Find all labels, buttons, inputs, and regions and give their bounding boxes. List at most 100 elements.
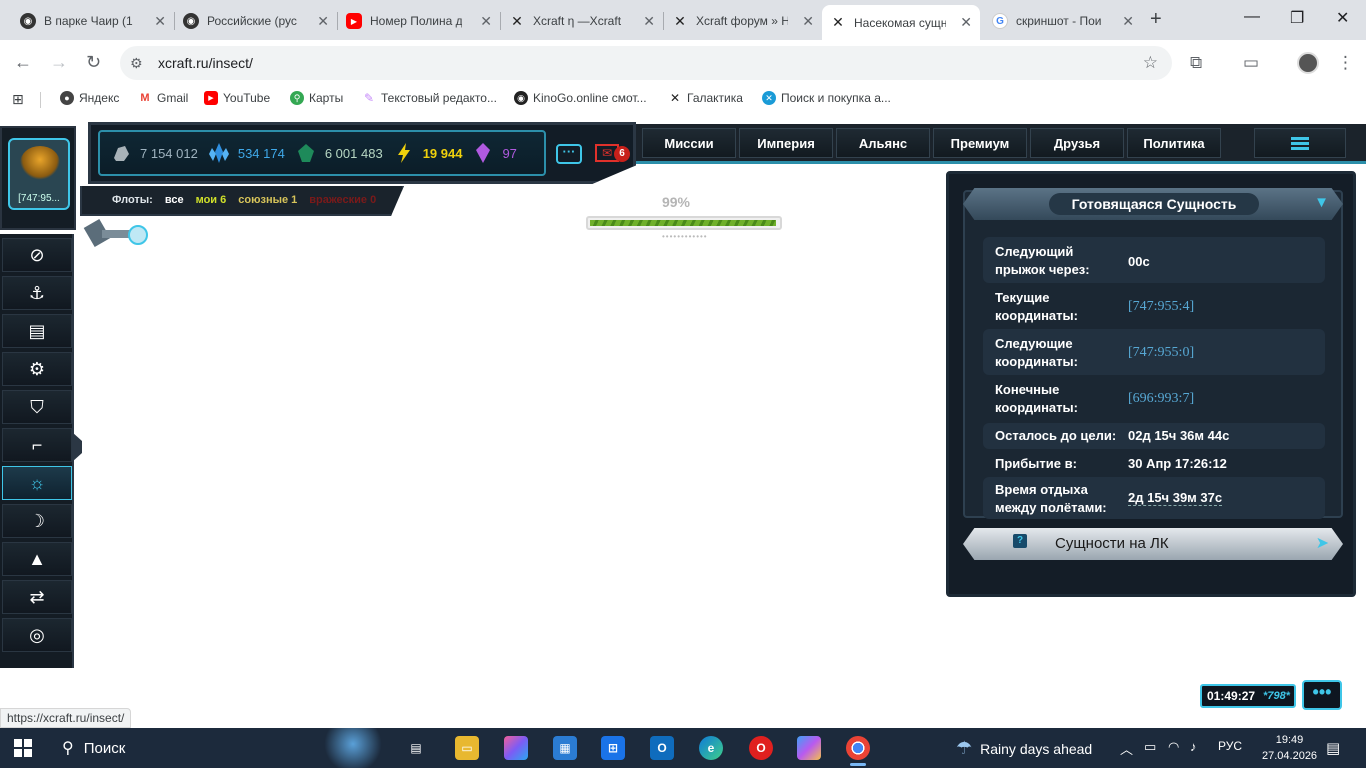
resource-metal[interactable]: 7 154 012 — [110, 142, 198, 164]
forward-button[interactable]: → — [50, 52, 68, 73]
fleets-allied-link[interactable]: союзные 1 — [238, 194, 297, 206]
coordinate-link[interactable]: [696:993:7] — [1128, 391, 1194, 407]
menu-dots-icon[interactable]: ⋮ — [1337, 53, 1354, 73]
bookmark-galaxy[interactable]: ✕ Галактика — [668, 91, 743, 105]
browser-tab[interactable]: ▶ Номер Полина д ✕ — [338, 6, 500, 36]
fleets-all-link[interactable]: все — [165, 194, 184, 206]
address-bar[interactable]: ⚙ xcraft.ru/insect/ ☆ — [120, 46, 1172, 80]
back-button[interactable]: ← — [14, 52, 32, 73]
server-clock: 01:49:27 *798* — [1200, 684, 1296, 708]
fleets-mine-link[interactable]: мои 6 — [196, 194, 227, 206]
moon-icon[interactable]: ☽ — [2, 504, 72, 538]
language-indicator[interactable]: РУС — [1218, 739, 1242, 753]
taskbar-clock[interactable]: 19:49 27.04.2026 — [1262, 732, 1317, 764]
media-icon[interactable]: ▭ — [1243, 53, 1259, 73]
insect-sun-icon[interactable]: ☼ — [2, 466, 72, 500]
menu-friends[interactable]: Друзья — [1030, 128, 1124, 158]
sidebar-toggle[interactable] — [72, 432, 82, 462]
close-icon[interactable]: ✕ — [154, 13, 166, 30]
planet-avatar[interactable]: [747:95... — [8, 138, 70, 210]
browser-tab-active[interactable]: ✕ Насекомая сущн ✕ — [822, 5, 980, 40]
edge-icon[interactable]: e — [699, 736, 723, 760]
close-icon[interactable]: ✕ — [960, 14, 972, 31]
menu-alliance[interactable]: Альянс — [836, 128, 930, 158]
copilot-icon[interactable] — [504, 736, 528, 760]
menu-missions[interactable]: Миссии — [642, 128, 736, 158]
menu-politics[interactable]: Политика — [1127, 128, 1221, 158]
chat-icon[interactable]: ··· — [556, 144, 582, 164]
m365-icon[interactable] — [797, 736, 821, 760]
new-tab-button[interactable]: + — [1150, 8, 1162, 31]
control-panel-icon[interactable]: ▦ — [553, 736, 577, 760]
chrome-icon[interactable] — [846, 736, 870, 766]
left-sidebar: ⊘ ⚓ ▤ ⚙ ⛉ ⌐ ☼ ☽ ▲ ⇄ ◎ — [0, 234, 74, 668]
bookmark-youtube[interactable]: ▶ YouTube — [204, 91, 270, 105]
tray-chevron-up-icon[interactable]: ︿ — [1120, 739, 1133, 758]
windows-start-icon[interactable] — [14, 739, 32, 757]
browser-tab[interactable]: ✕ Xcraft форум » Н ✕ — [664, 6, 822, 36]
hamburger-menu-icon[interactable] — [1254, 128, 1346, 158]
site-settings-icon[interactable]: ⚙ — [130, 55, 148, 72]
bookmark-search-purchase[interactable]: ✕ Поиск и покупка а... — [762, 91, 891, 105]
panel-header[interactable]: Готовящаяся Сущность ▼ — [963, 188, 1343, 220]
arrow-right-icon[interactable]: ➤ — [1316, 533, 1329, 553]
bookmark-kinogo[interactable]: ◉ KinoGo.online смот... — [514, 91, 647, 105]
menu-empire[interactable]: Империя — [739, 128, 833, 158]
battery-icon[interactable]: ▭ — [1144, 739, 1156, 755]
restore-button[interactable]: ❐ — [1290, 8, 1304, 28]
weather-widget[interactable]: ☂ Rainy days ahead — [956, 738, 1092, 759]
apps-grid-icon[interactable]: ⊞ — [12, 91, 24, 108]
close-window-button[interactable]: ✕ — [1336, 8, 1349, 28]
galaxy-icon[interactable]: ◎ — [2, 618, 72, 652]
notifications-icon[interactable]: ▤ — [1326, 739, 1340, 757]
avatar-icon: ◉ — [514, 91, 528, 105]
chat-bubble-icon[interactable]: ••• — [1302, 680, 1342, 710]
volume-icon[interactable]: ♪ — [1190, 739, 1197, 754]
close-icon[interactable]: ✕ — [802, 13, 814, 30]
rocket-icon[interactable]: ▲ — [2, 542, 72, 576]
browser-tab[interactable]: ◉ Российские (рус ✕ — [175, 6, 337, 36]
lk-entities-bar[interactable]: ? Сущности на ЛК ➤ — [963, 528, 1343, 560]
research-gear-icon[interactable]: ⚙ — [2, 352, 72, 386]
bookmark-yandex[interactable]: ● Яндекс — [60, 91, 119, 105]
resource-gems[interactable]: 97 — [472, 142, 517, 164]
bookmark-text-editor[interactable]: ✎ Текстовый редакто... — [362, 91, 497, 105]
menu-premium[interactable]: Премиум — [933, 128, 1027, 158]
crane-icon[interactable]: ⚓ — [2, 276, 72, 310]
taskbar-search[interactable]: ⚲ Поиск — [48, 732, 308, 764]
resource-deuterium[interactable]: 6 001 483 — [295, 142, 383, 164]
bookmark-gmail[interactable]: M Gmail — [138, 91, 188, 105]
close-icon[interactable]: ✕ — [643, 13, 655, 30]
task-view-icon[interactable]: ▤ — [404, 736, 428, 760]
resource-crystal[interactable]: 534 174 — [208, 142, 285, 164]
close-icon[interactable]: ✕ — [480, 13, 492, 30]
close-icon[interactable]: ✕ — [317, 13, 329, 30]
coordinate-link[interactable]: [747:955:0] — [1128, 345, 1194, 361]
help-icon[interactable]: ? — [1013, 534, 1027, 548]
minimize-button[interactable]: — — [1244, 8, 1260, 26]
fleets-hostile-link[interactable]: вражеские 0 — [309, 194, 376, 206]
planet-orbit-icon[interactable]: ⊘ — [2, 238, 72, 272]
store-icon[interactable]: ⊞ — [601, 736, 625, 760]
buildings-icon[interactable]: ▤ — [2, 314, 72, 348]
defense-shield-icon[interactable]: ⛉ — [2, 390, 72, 424]
browser-tab[interactable]: G скриншот - Пои ✕ — [984, 6, 1142, 36]
resource-energy[interactable]: 19 944 — [393, 142, 462, 164]
coordinate-link[interactable]: [747:955:4] — [1128, 299, 1194, 315]
reload-button[interactable]: ↻ — [86, 52, 101, 73]
info-row: Осталось до цели: 02д 15ч 36м 44с — [983, 423, 1325, 449]
file-explorer-icon[interactable]: ▭ — [455, 736, 479, 760]
close-icon[interactable]: ✕ — [1122, 13, 1134, 30]
browser-tab[interactable]: ✕ Xcraft η —Xcraft ✕ — [501, 6, 663, 36]
wifi-icon[interactable]: ◠ — [1168, 739, 1179, 755]
bookmark-star-icon[interactable]: ☆ — [1143, 53, 1158, 73]
profile-avatar[interactable] — [1297, 52, 1319, 74]
browser-tab[interactable]: ◉ В парке Чаир (1 ✕ — [12, 6, 174, 36]
bookmark-maps[interactable]: ⚲ Карты — [290, 91, 343, 105]
extensions-icon[interactable]: ⧉ — [1190, 53, 1202, 73]
outlook-icon[interactable]: O — [650, 736, 674, 760]
opera-icon[interactable]: O — [749, 736, 773, 760]
chevron-down-icon[interactable]: ▼ — [1314, 194, 1329, 211]
weapon-icon[interactable]: ⌐ — [2, 428, 72, 462]
exchange-arrows-icon[interactable]: ⇄ — [2, 580, 72, 614]
